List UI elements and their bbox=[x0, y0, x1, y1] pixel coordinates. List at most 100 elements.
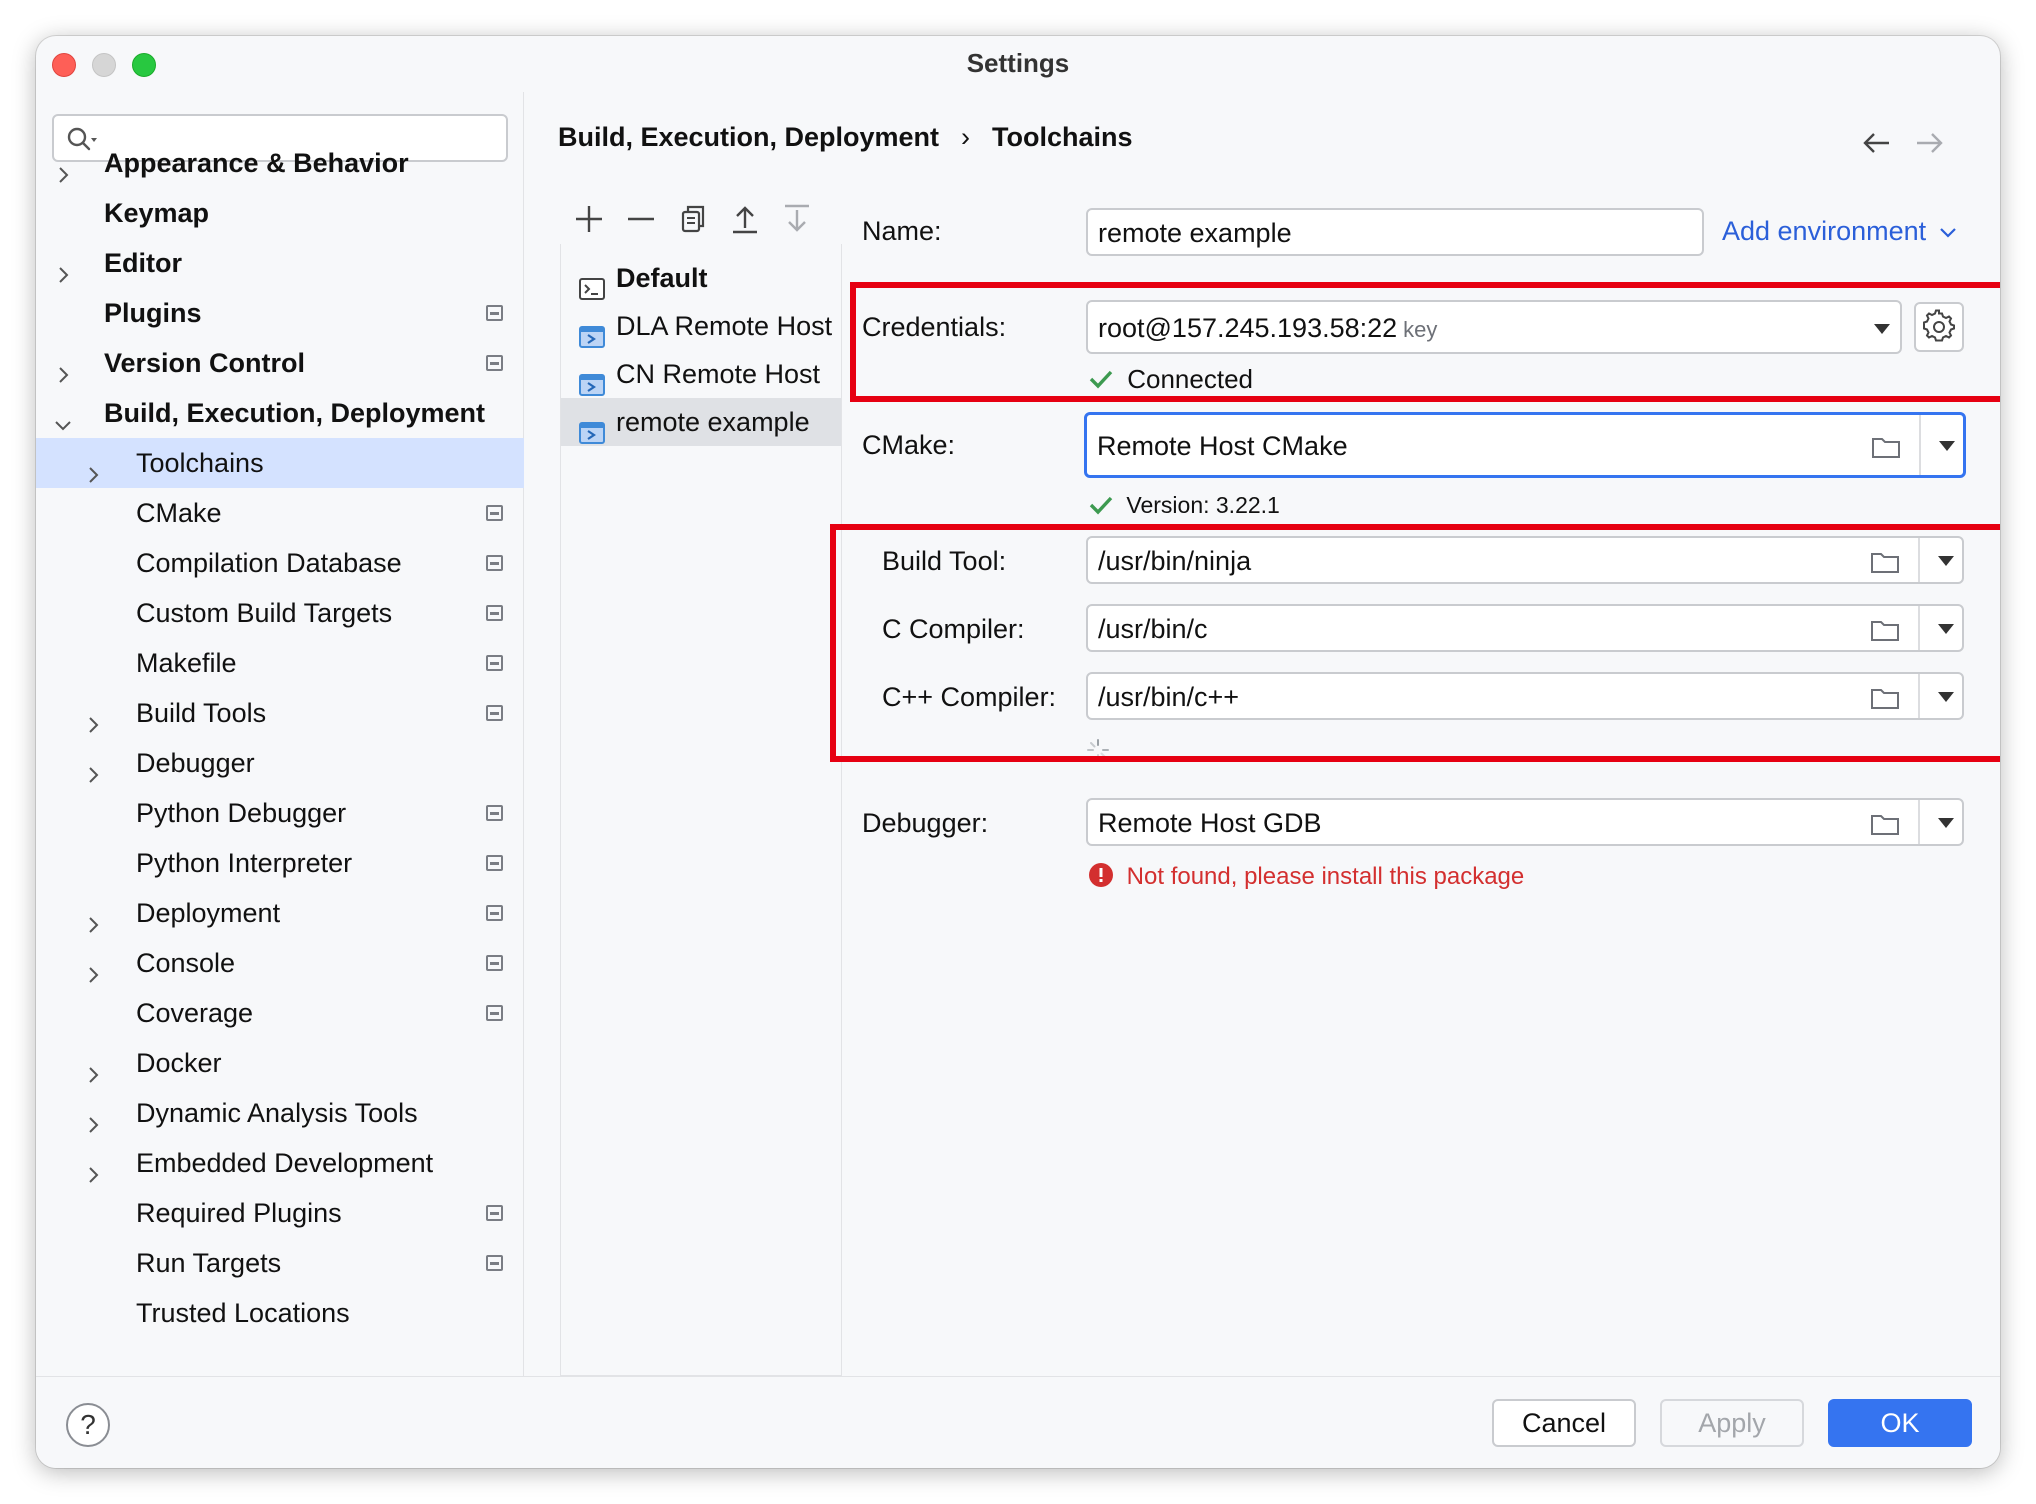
chevron-down-icon bbox=[1939, 228, 1956, 238]
remove-icon[interactable] bbox=[624, 202, 658, 236]
sidebar-item[interactable]: Plugins bbox=[36, 288, 524, 338]
toolchain-item[interactable]: Default bbox=[561, 254, 841, 302]
sidebar-item-label: Console bbox=[136, 948, 236, 978]
remote-host-icon bbox=[579, 363, 605, 396]
add-icon[interactable] bbox=[572, 202, 606, 236]
sidebar-item-label: Deployment bbox=[136, 898, 281, 928]
sidebar-item[interactable]: Coverage bbox=[36, 988, 524, 1038]
project-level-icon bbox=[486, 555, 503, 571]
breadcrumb: Build, Execution, Deployment › Toolchains bbox=[558, 122, 1133, 153]
sidebar-item[interactable]: Docker bbox=[36, 1038, 524, 1088]
sidebar-item-label: Appearance & Behavior bbox=[104, 148, 409, 178]
sidebar-item-label: Required Plugins bbox=[136, 1198, 342, 1228]
sidebar-item[interactable]: Appearance & Behavior bbox=[36, 138, 524, 188]
remote-host-icon bbox=[579, 411, 605, 444]
toolchain-item[interactable]: DLA Remote Host bbox=[561, 302, 841, 350]
project-level-icon bbox=[486, 1205, 503, 1221]
cmake-status: Version: 3.22.1 bbox=[1088, 492, 1280, 519]
checkmark-icon bbox=[1089, 496, 1113, 515]
dropdown-caret-icon[interactable] bbox=[1939, 441, 1955, 451]
sidebar-item-label: Keymap bbox=[104, 198, 210, 228]
sidebar-item[interactable]: Embedded Development bbox=[36, 1138, 524, 1188]
sidebar-item-label: Build Tools bbox=[136, 698, 267, 728]
debugger-select[interactable]: Remote Host GDB bbox=[1086, 798, 1964, 846]
sidebar-item[interactable]: Custom Build Targets bbox=[36, 588, 524, 638]
back-arrow-icon[interactable] bbox=[1860, 128, 1894, 158]
project-level-icon bbox=[486, 605, 503, 621]
chevron-right-icon[interactable] bbox=[82, 1052, 104, 1083]
credentials-highlight-box bbox=[850, 282, 2000, 402]
project-level-icon bbox=[486, 705, 503, 721]
sidebar-item-label: Build, Execution, Deployment bbox=[104, 398, 486, 428]
cmake-select[interactable]: Remote Host CMake bbox=[1084, 412, 1966, 478]
chevron-right-icon[interactable] bbox=[82, 902, 104, 933]
move-down-icon[interactable] bbox=[780, 202, 814, 236]
chevron-right-icon[interactable] bbox=[52, 252, 74, 283]
folder-icon[interactable] bbox=[1870, 812, 1900, 836]
debugger-status-text: Not found, please install this package bbox=[1126, 863, 1525, 890]
breadcrumb-parent[interactable]: Build, Execution, Deployment bbox=[558, 122, 939, 152]
breadcrumb-separator: › bbox=[961, 122, 971, 152]
sidebar-item[interactable]: Build, Execution, Deployment bbox=[36, 388, 524, 438]
folder-icon[interactable] bbox=[1871, 435, 1901, 459]
sidebar-item-label: Embedded Development bbox=[136, 1148, 434, 1178]
sidebar-item[interactable]: Editor bbox=[36, 238, 524, 288]
toolchain-item[interactable]: remote example bbox=[561, 398, 841, 446]
dialog-footer: ? Cancel Apply OK bbox=[36, 1376, 2000, 1468]
chevron-right-icon[interactable] bbox=[82, 452, 104, 483]
sidebar-item[interactable]: Deployment bbox=[36, 888, 524, 938]
sidebar-item[interactable]: Compilation Database bbox=[36, 538, 524, 588]
sidebar-item-label: Compilation Database bbox=[136, 548, 402, 578]
toolchain-item-label: CN Remote Host bbox=[616, 359, 821, 389]
remote-host-icon bbox=[579, 315, 605, 348]
ok-button[interactable]: OK bbox=[1828, 1399, 1972, 1447]
chevron-right-icon[interactable] bbox=[82, 702, 104, 733]
add-environment-label: Add environment bbox=[1722, 216, 1927, 246]
sidebar-item[interactable]: Python Interpreter bbox=[36, 838, 524, 888]
cancel-button[interactable]: Cancel bbox=[1492, 1399, 1636, 1447]
chevron-right-icon[interactable] bbox=[82, 952, 104, 983]
sidebar-item[interactable]: Console bbox=[36, 938, 524, 988]
move-up-icon[interactable] bbox=[728, 202, 762, 236]
sidebar-item-label: Run Targets bbox=[136, 1248, 282, 1278]
name-label: Name: bbox=[862, 216, 942, 246]
project-level-icon bbox=[486, 355, 503, 371]
forward-arrow-icon[interactable] bbox=[1912, 128, 1946, 158]
sidebar-item[interactable]: Debugger bbox=[36, 738, 524, 788]
sidebar-item-label: Editor bbox=[104, 248, 182, 278]
sidebar-item[interactable]: Run Targets bbox=[36, 1238, 524, 1288]
sidebar-item-label: CMake bbox=[136, 498, 222, 528]
help-button[interactable]: ? bbox=[66, 1403, 110, 1447]
chevron-right-icon[interactable] bbox=[52, 152, 74, 183]
dropdown-caret-icon[interactable] bbox=[1938, 818, 1954, 828]
sidebar-item[interactable]: Toolchains bbox=[36, 438, 524, 488]
project-level-icon bbox=[486, 505, 503, 521]
name-input[interactable]: remote example bbox=[1086, 208, 1704, 256]
sidebar-item[interactable]: Makefile bbox=[36, 638, 524, 688]
sidebar-item[interactable]: Keymap bbox=[36, 188, 524, 238]
toolchains-list: Default DLA Remote Host CN Remote Host remo… bbox=[560, 244, 842, 1376]
add-environment-link[interactable]: Add environment bbox=[1722, 216, 1958, 247]
sidebar-item[interactable]: CMake bbox=[36, 488, 524, 538]
breadcrumb-current: Toolchains bbox=[992, 122, 1133, 152]
sidebar-item[interactable]: Version Control bbox=[36, 338, 524, 388]
chevron-right-icon[interactable] bbox=[82, 752, 104, 783]
chevron-right-icon[interactable] bbox=[52, 352, 74, 383]
sidebar-item[interactable]: Required Plugins bbox=[36, 1188, 524, 1238]
sidebar-item-label: Python Debugger bbox=[136, 798, 347, 828]
chevron-right-icon[interactable] bbox=[82, 1102, 104, 1133]
project-level-icon bbox=[486, 305, 503, 321]
project-level-icon bbox=[486, 1255, 503, 1271]
sidebar-item[interactable]: Build Tools bbox=[36, 688, 524, 738]
sidebar-item[interactable]: Python Debugger bbox=[36, 788, 524, 838]
chevron-right-icon[interactable] bbox=[82, 1152, 104, 1183]
compilers-highlight-box bbox=[830, 524, 2000, 762]
chevron-down-icon[interactable] bbox=[52, 402, 74, 431]
sidebar-item-label: Makefile bbox=[136, 648, 237, 678]
toolchain-item[interactable]: CN Remote Host bbox=[561, 350, 841, 398]
sidebar-item[interactable]: Dynamic Analysis Tools bbox=[36, 1088, 524, 1138]
copy-icon[interactable] bbox=[676, 202, 710, 236]
sidebar-item[interactable]: Trusted Locations bbox=[36, 1288, 524, 1338]
apply-button[interactable]: Apply bbox=[1660, 1399, 1804, 1447]
sidebar-item-label: Dynamic Analysis Tools bbox=[136, 1098, 418, 1128]
